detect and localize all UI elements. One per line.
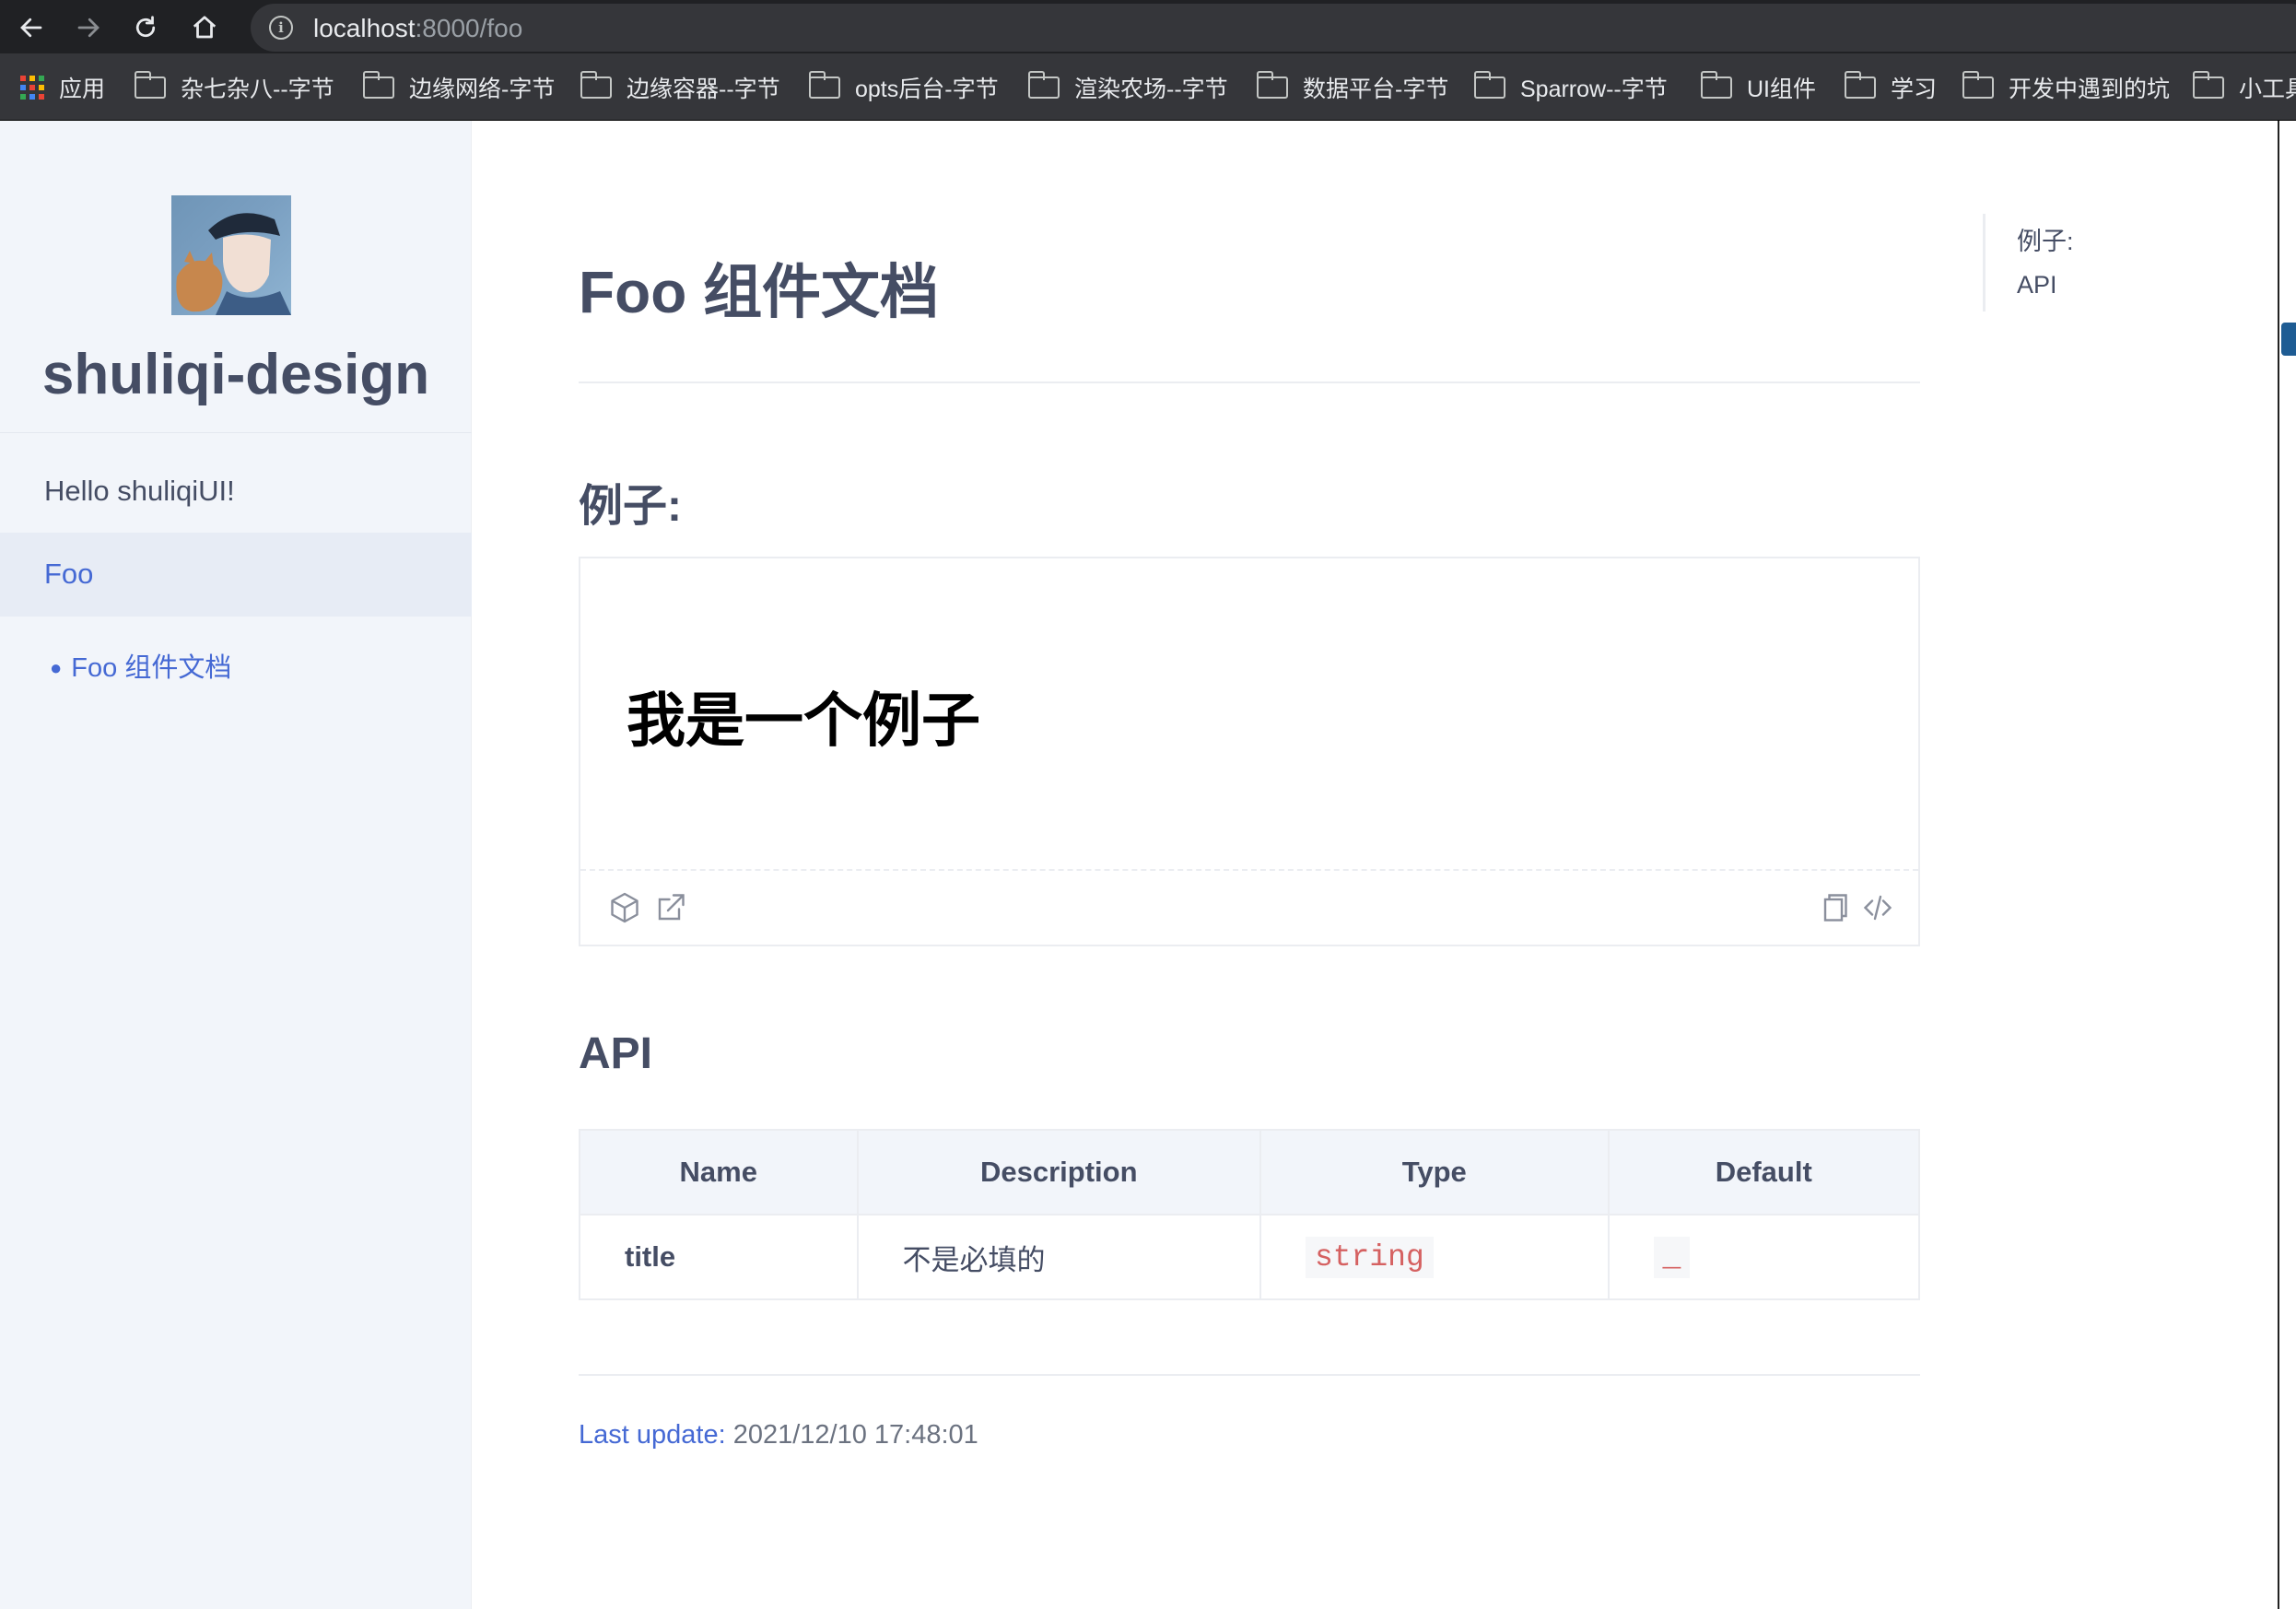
api-heading: API bbox=[579, 1029, 653, 1078]
page-title: Foo 组件文档 bbox=[579, 259, 940, 325]
folder-icon bbox=[1027, 71, 1060, 99]
prop-name-cell: title bbox=[579, 1214, 859, 1300]
column-header: Name bbox=[579, 1129, 859, 1216]
table-header-row: Name Description Type Default bbox=[579, 1129, 1920, 1216]
bookmark-folder[interactable]: 杂七杂八--字节 bbox=[134, 71, 334, 103]
home-icon[interactable] bbox=[184, 7, 225, 48]
browser-toolbar: i localhost:8000/foo bbox=[0, 0, 2296, 53]
prop-type-cell: string bbox=[1259, 1214, 1610, 1300]
default-code: _ bbox=[1653, 1236, 1691, 1278]
back-arrow-icon[interactable] bbox=[11, 7, 52, 48]
codesandbox-icon[interactable] bbox=[608, 891, 641, 924]
table-of-contents: 例子: API bbox=[1983, 214, 2074, 311]
bookmark-folder[interactable]: 小工具 bbox=[2192, 71, 2296, 103]
bookmark-folder[interactable]: 开发中遇到的坑 bbox=[1962, 71, 2170, 103]
sidebar-subitem-foo-doc[interactable]: ● Foo 组件文档 bbox=[50, 646, 231, 685]
url-text: localhost:8000/foo bbox=[313, 14, 523, 42]
api-table: Name Description Type Default title 不是必填… bbox=[579, 1129, 1920, 1300]
bookmark-folder[interactable]: 数据平台-字节 bbox=[1256, 71, 1448, 103]
folder-icon bbox=[808, 71, 840, 99]
column-header: Description bbox=[856, 1129, 1261, 1216]
bookmark-folder[interactable]: 边缘网络-字节 bbox=[362, 71, 555, 103]
toc-item-api[interactable]: API bbox=[2017, 271, 2057, 299]
type-code: string bbox=[1305, 1236, 1434, 1278]
folder-icon bbox=[1844, 71, 1876, 99]
demo-action-bar bbox=[580, 869, 1918, 945]
last-update: Last update: 2021/12/10 17:48:01 bbox=[579, 1420, 978, 1450]
folder-icon bbox=[362, 71, 394, 99]
folder-icon bbox=[1962, 71, 1994, 99]
bookmark-folder[interactable]: Sparrow--字节 bbox=[1473, 71, 1668, 103]
folder-icon bbox=[1473, 71, 1505, 99]
sidebar: shuliqi-design Hello shuliqiUI! Foo ● Foo… bbox=[0, 121, 472, 1609]
forward-arrow-icon[interactable] bbox=[68, 7, 109, 48]
bookmark-folder[interactable]: 学习 bbox=[1844, 71, 1937, 103]
folder-icon bbox=[134, 71, 166, 99]
demo-preview: 我是一个例子 bbox=[579, 557, 1920, 946]
column-header: Default bbox=[1607, 1129, 1920, 1216]
sidebar-item-foo[interactable]: Foo bbox=[44, 558, 93, 591]
last-update-label: Last update: bbox=[579, 1420, 726, 1450]
bookmark-folder[interactable]: UI组件 bbox=[1700, 71, 1816, 103]
prop-description-cell: 不是必填的 bbox=[856, 1214, 1261, 1300]
copy-code-icon[interactable] bbox=[1817, 891, 1850, 924]
prop-default-cell: _ bbox=[1607, 1214, 1920, 1300]
column-header: Type bbox=[1259, 1129, 1610, 1216]
toc-item-example[interactable]: 例子: bbox=[2017, 221, 2074, 257]
bullet-icon: ● bbox=[50, 656, 63, 679]
apps-grid-icon bbox=[20, 76, 44, 100]
site-title[interactable]: shuliqi-design bbox=[0, 342, 472, 407]
site-info-icon[interactable]: i bbox=[269, 16, 293, 40]
sidebar-divider bbox=[0, 432, 472, 433]
title-divider bbox=[579, 382, 1920, 383]
address-bar[interactable]: i localhost:8000/foo bbox=[251, 4, 2296, 52]
example-heading: 例子: bbox=[579, 482, 682, 531]
show-code-icon[interactable] bbox=[1861, 891, 1894, 924]
bookmark-folder[interactable]: 边缘容器--字节 bbox=[580, 71, 780, 103]
table-row: title 不是必填的 string _ bbox=[579, 1214, 1920, 1300]
bookmark-folder[interactable]: 渲染农场--字节 bbox=[1027, 71, 1228, 103]
reload-icon[interactable] bbox=[125, 7, 166, 48]
last-update-value: 2021/12/10 17:48:01 bbox=[732, 1420, 978, 1450]
site-logo-avatar[interactable] bbox=[171, 195, 291, 315]
side-panel-tab[interactable] bbox=[2281, 323, 2296, 356]
demo-text: 我是一个例子 bbox=[627, 687, 980, 754]
folder-icon bbox=[580, 71, 612, 99]
folder-icon bbox=[1256, 71, 1288, 99]
footer-divider bbox=[579, 1374, 1920, 1376]
bookmark-apps[interactable]: 应用 bbox=[20, 72, 105, 103]
bookmark-folder[interactable]: opts后台-字节 bbox=[808, 71, 999, 103]
folder-icon bbox=[2192, 71, 2224, 99]
sidebar-item-hello[interactable]: Hello shuliqiUI! bbox=[44, 475, 235, 508]
open-external-icon[interactable] bbox=[654, 891, 687, 924]
folder-icon bbox=[1700, 71, 1732, 99]
bookmarks-bar: 应用 杂七杂八--字节 边缘网络-字节 边缘容器--字节 opts后台-字节 渲… bbox=[0, 53, 2296, 121]
